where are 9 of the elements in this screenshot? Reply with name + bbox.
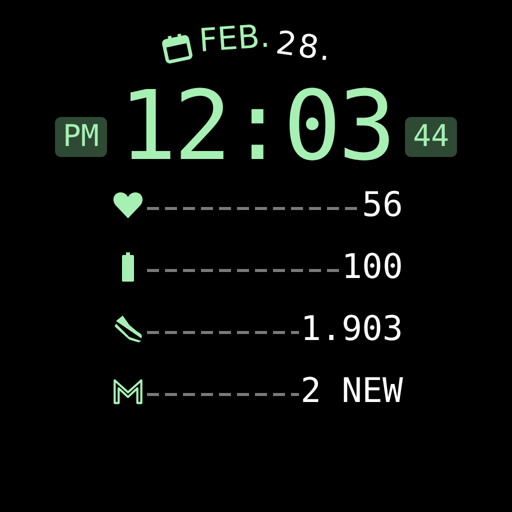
date-day: 28. (273, 22, 336, 70)
seconds-display: 44 (404, 117, 458, 157)
date-month: FEB. (198, 16, 272, 60)
stat-value: 2 NEW (300, 372, 403, 410)
stat-value: 56 (362, 186, 403, 224)
am-pm-indicator: PM (54, 117, 107, 157)
time-display: 12:03 (119, 76, 393, 176)
stat-value: 100 (342, 248, 403, 286)
stat-value: 1.903 (300, 310, 403, 348)
